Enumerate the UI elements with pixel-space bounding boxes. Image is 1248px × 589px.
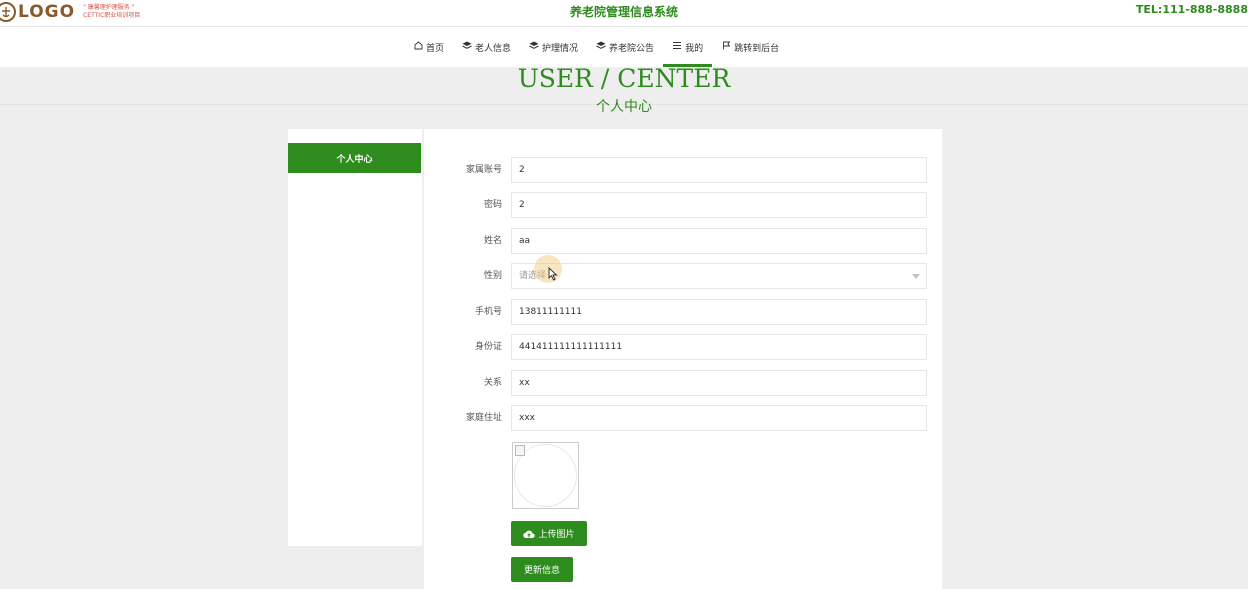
phone-label: 手机号 <box>474 307 502 317</box>
page-title-zh: 个人中心 <box>596 99 652 115</box>
name-input[interactable]: aa <box>511 228 927 254</box>
form-row-gender: 性别 请选择 <box>424 263 942 289</box>
main-nav: 首页 老人信息 护理情况 养老院公告 我的 跳转到后台 <box>0 27 1248 67</box>
address-label: 家庭住址 <box>465 413 502 423</box>
layers-icon <box>596 41 606 53</box>
relation-label: 关系 <box>483 378 502 388</box>
nav-item-label: 老人信息 <box>475 43 512 54</box>
id-card-label: 身份证 <box>474 342 502 352</box>
upload-image-button[interactable]: 上传图片 <box>511 521 587 546</box>
layers-icon <box>462 41 472 53</box>
nav-item-care-status[interactable]: 护理情况 <box>520 27 587 67</box>
upload-image-label: 上传图片 <box>538 530 575 540</box>
broken-image-icon <box>515 445 525 456</box>
relation-input[interactable]: xx <box>511 370 927 396</box>
nav-item-label: 首页 <box>426 43 445 54</box>
address-input[interactable]: xxx <box>511 405 927 431</box>
sidebar: 个人中心 <box>288 129 422 546</box>
nav-item-label: 护理情况 <box>542 43 579 54</box>
name-label: 姓名 <box>483 236 502 246</box>
cloud-upload-icon <box>523 529 536 539</box>
password-input[interactable]: 2 <box>511 192 927 218</box>
nav-item-label: 养老院公告 <box>609 43 655 54</box>
flag-icon <box>721 41 731 53</box>
nav-item-elder-info[interactable]: 老人信息 <box>453 27 520 67</box>
page-title-en: USER / CENTER <box>517 64 731 93</box>
nav-item-label: 我的 <box>685 43 704 54</box>
account-input[interactable]: 2 <box>511 157 927 183</box>
phone-input[interactable]: 13811111111 <box>511 299 927 325</box>
form-row-account: 家属账号 2 <box>424 157 942 183</box>
nav-item-label: 跳转到后台 <box>734 43 780 54</box>
mouse-cursor-icon <box>548 266 558 281</box>
form-row-password: 密码 2 <box>424 192 942 218</box>
layers-icon <box>529 41 539 53</box>
form-row-address: 家庭住址 xxx <box>424 405 942 431</box>
gender-select[interactable]: 请选择 <box>511 263 927 289</box>
site-title: 养老院管理信息系统 <box>569 5 678 19</box>
home-icon <box>413 41 423 53</box>
nav-item-mine[interactable]: 我的 <box>663 27 713 67</box>
id-card-input[interactable]: 441411111111111111 <box>511 334 927 360</box>
gender-label: 性别 <box>483 271 502 281</box>
password-label: 密码 <box>483 200 502 210</box>
menu-icon <box>672 41 682 53</box>
top-header: LOGO " 康馨理护理服务 " CETTIC职业培训项目 养老院管理信息系统 … <box>0 0 1248 27</box>
account-label: 家属账号 <box>465 165 502 175</box>
form-row-phone: 手机号 13811111111 <box>424 299 942 325</box>
chevron-down-icon <box>912 274 920 279</box>
sidebar-item-user-center[interactable]: 个人中心 <box>288 143 421 173</box>
phone-number: TEL:111-888-8888 <box>1135 3 1248 16</box>
profile-form: 家属账号 2 密码 2 姓名 aa 性别 请选择 手机号 13811111111… <box>424 129 942 589</box>
avatar-preview <box>512 442 579 509</box>
nav-item-backend[interactable]: 跳转到后台 <box>712 27 788 67</box>
form-row-relation: 关系 xx <box>424 370 942 396</box>
nav-item-home[interactable]: 首页 <box>404 27 453 67</box>
form-row-id-card: 身份证 441411111111111111 <box>424 334 942 360</box>
form-row-name: 姓名 aa <box>424 228 942 254</box>
update-info-button[interactable]: 更新信息 <box>511 557 573 582</box>
nav-item-announcements[interactable]: 养老院公告 <box>587 27 663 67</box>
nav-list: 首页 老人信息 护理情况 养老院公告 我的 跳转到后台 <box>404 27 788 67</box>
